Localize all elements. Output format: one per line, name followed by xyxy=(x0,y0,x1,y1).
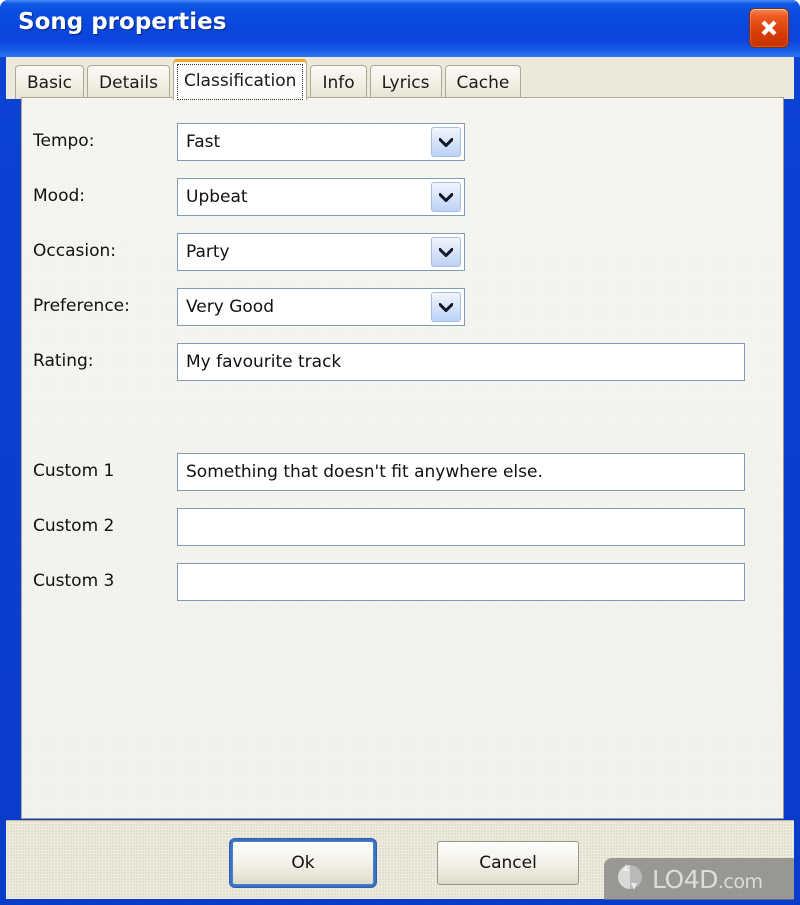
label-custom-3: Custom 3 xyxy=(33,571,115,591)
tab-label: Info xyxy=(322,72,355,93)
dialog-button-bar: Ok Cancel xyxy=(6,820,794,899)
classification-panel: Tempo: Fast Mood: Upbeat Occasion: Party xyxy=(21,97,784,819)
custom-1-value: Something that doesn't fit anywhere else… xyxy=(186,462,543,482)
title-bar: Song properties xyxy=(0,0,800,57)
tab-label: Cache xyxy=(456,72,510,93)
rating-value: My favourite track xyxy=(186,352,342,372)
custom-1-input[interactable]: Something that doesn't fit anywhere else… xyxy=(177,453,745,491)
field-row-mood: Mood: xyxy=(33,186,85,206)
tab-lyrics[interactable]: Lyrics xyxy=(369,65,442,99)
tab-details[interactable]: Details xyxy=(87,65,170,99)
label-mood: Mood: xyxy=(33,186,85,206)
preference-value: Very Good xyxy=(186,297,274,317)
field-row-custom-1: Custom 1 xyxy=(33,461,114,481)
window-title: Song properties xyxy=(18,9,227,35)
ok-button[interactable]: Ok xyxy=(232,841,374,885)
field-row-occasion: Occasion: xyxy=(33,241,116,261)
chevron-down-icon[interactable] xyxy=(431,182,461,212)
occasion-dropdown[interactable]: Party xyxy=(177,233,465,271)
field-row-preference: Preference: xyxy=(33,296,130,316)
tab-label: Lyrics xyxy=(381,72,430,93)
tab-strip: Basic Details Classification Info Lyrics… xyxy=(6,57,794,100)
label-tempo: Tempo: xyxy=(33,131,95,151)
tempo-dropdown[interactable]: Fast xyxy=(177,123,465,161)
tab-label: Basic xyxy=(27,72,73,93)
field-row-rating: Rating: xyxy=(33,351,94,371)
mood-value: Upbeat xyxy=(186,187,248,207)
tab-info[interactable]: Info xyxy=(310,65,367,99)
label-custom-2: Custom 2 xyxy=(33,516,115,536)
label-rating: Rating: xyxy=(33,351,94,371)
tab-basic[interactable]: Basic xyxy=(15,65,85,99)
chevron-down-icon[interactable] xyxy=(431,292,461,322)
mood-dropdown[interactable]: Upbeat xyxy=(177,178,465,216)
tab-label: Classification xyxy=(183,71,297,91)
rating-input[interactable]: My favourite track xyxy=(177,343,745,381)
tab-cache[interactable]: Cache xyxy=(444,65,522,99)
preference-dropdown[interactable]: Very Good xyxy=(177,288,465,326)
tab-classification[interactable]: Classification xyxy=(172,59,308,100)
cancel-button[interactable]: Cancel xyxy=(437,841,579,885)
close-button[interactable] xyxy=(749,8,789,48)
custom-3-input[interactable] xyxy=(177,563,745,601)
label-preference: Preference: xyxy=(33,296,130,316)
song-properties-window: Song properties Basic Details Classifica… xyxy=(0,0,800,905)
occasion-value: Party xyxy=(186,242,230,262)
chevron-down-icon[interactable] xyxy=(431,127,461,157)
label-occasion: Occasion: xyxy=(33,241,116,261)
label-custom-1: Custom 1 xyxy=(33,461,115,481)
tab-label: Details xyxy=(99,72,158,93)
tempo-value: Fast xyxy=(186,132,221,152)
field-row-custom-3: Custom 3 xyxy=(33,571,114,591)
custom-2-input[interactable] xyxy=(177,508,745,546)
field-row-tempo: Tempo: xyxy=(33,131,94,151)
chevron-down-icon[interactable] xyxy=(431,237,461,267)
field-row-custom-2: Custom 2 xyxy=(33,516,114,536)
